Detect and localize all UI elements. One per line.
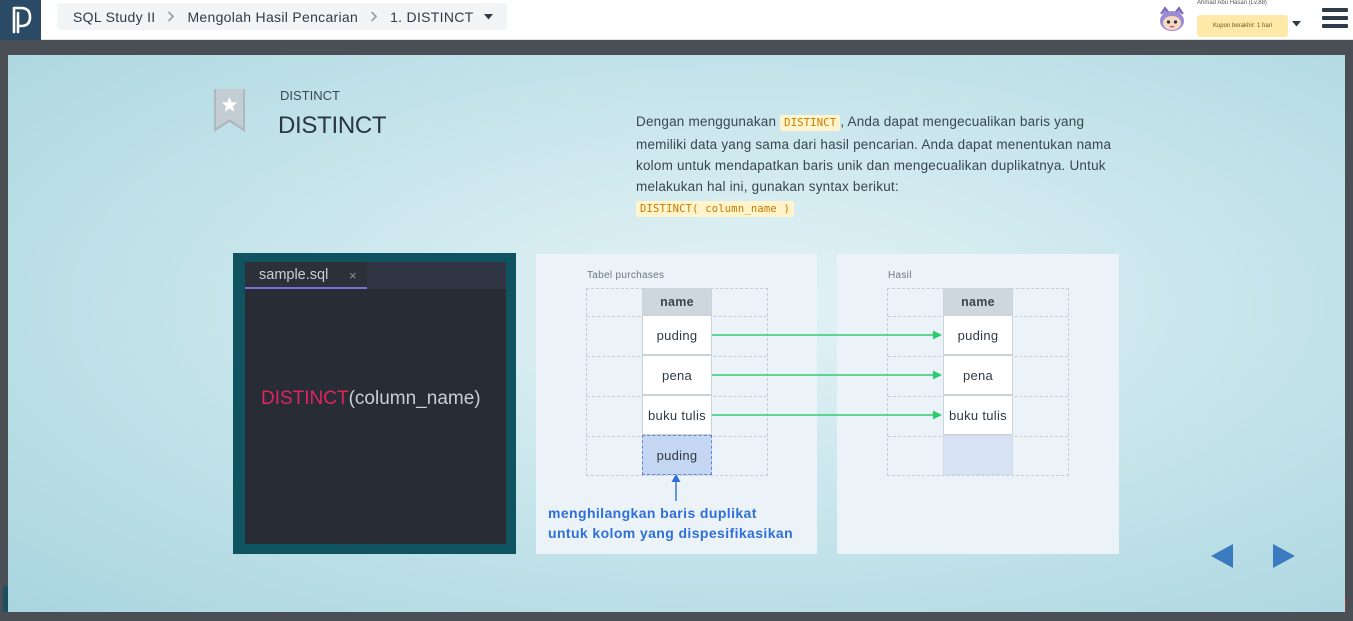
breadcrumb: SQL Study II Mengolah Hasil Pencarian 1.…: [57, 3, 507, 30]
triangle-right-icon: [1273, 544, 1295, 568]
next-slide-button[interactable]: [1273, 544, 1295, 573]
background-strip: [0, 40, 1353, 56]
arrow-head: [933, 370, 942, 380]
note-line: untuk kolom yang dispesifikasikan: [548, 525, 794, 541]
breadcrumb-chapter[interactable]: Mengolah Hasil Pencarian: [187, 9, 358, 25]
arrow-head: [933, 410, 942, 420]
breadcrumb-lesson[interactable]: 1. DISTINCT: [390, 9, 473, 25]
background-strip-bottom: [0, 612, 1353, 621]
chevron-down-icon[interactable]: [483, 13, 493, 20]
duplicate-note: menghilangkan baris duplikat untuk kolom…: [548, 503, 828, 543]
top-header: SQL Study II Mengolah Hasil Pencarian 1.…: [0, 0, 1353, 40]
lesson-slide: DISTINCT DISTINCT Dengan menggunakan DIS…: [8, 55, 1345, 612]
logo-icon: [12, 6, 31, 34]
triangle-left-icon: [1211, 544, 1233, 568]
avatar[interactable]: [1157, 6, 1187, 34]
logo[interactable]: [0, 0, 41, 40]
hamburger-menu-icon[interactable]: [1322, 6, 1348, 30]
breadcrumb-course[interactable]: SQL Study II: [73, 9, 155, 25]
coupon-badge: Kupon berakhir: 1 hari: [1197, 15, 1288, 37]
user-name: Ahmad Abu Hasan (Lv.88): [1197, 0, 1267, 6]
chevron-down-icon[interactable]: [1292, 14, 1301, 32]
chevron-right-icon: [370, 11, 378, 22]
chevron-right-icon: [167, 11, 175, 22]
user-menu[interactable]: Ahmad Abu Hasan (Lv.88) Kupon berakhir: …: [1154, 0, 1304, 40]
pointer-head: [671, 474, 681, 482]
note-line: menghilangkan baris duplikat: [548, 505, 757, 521]
prev-slide-button[interactable]: [1211, 544, 1233, 573]
arrow-head: [933, 330, 942, 340]
